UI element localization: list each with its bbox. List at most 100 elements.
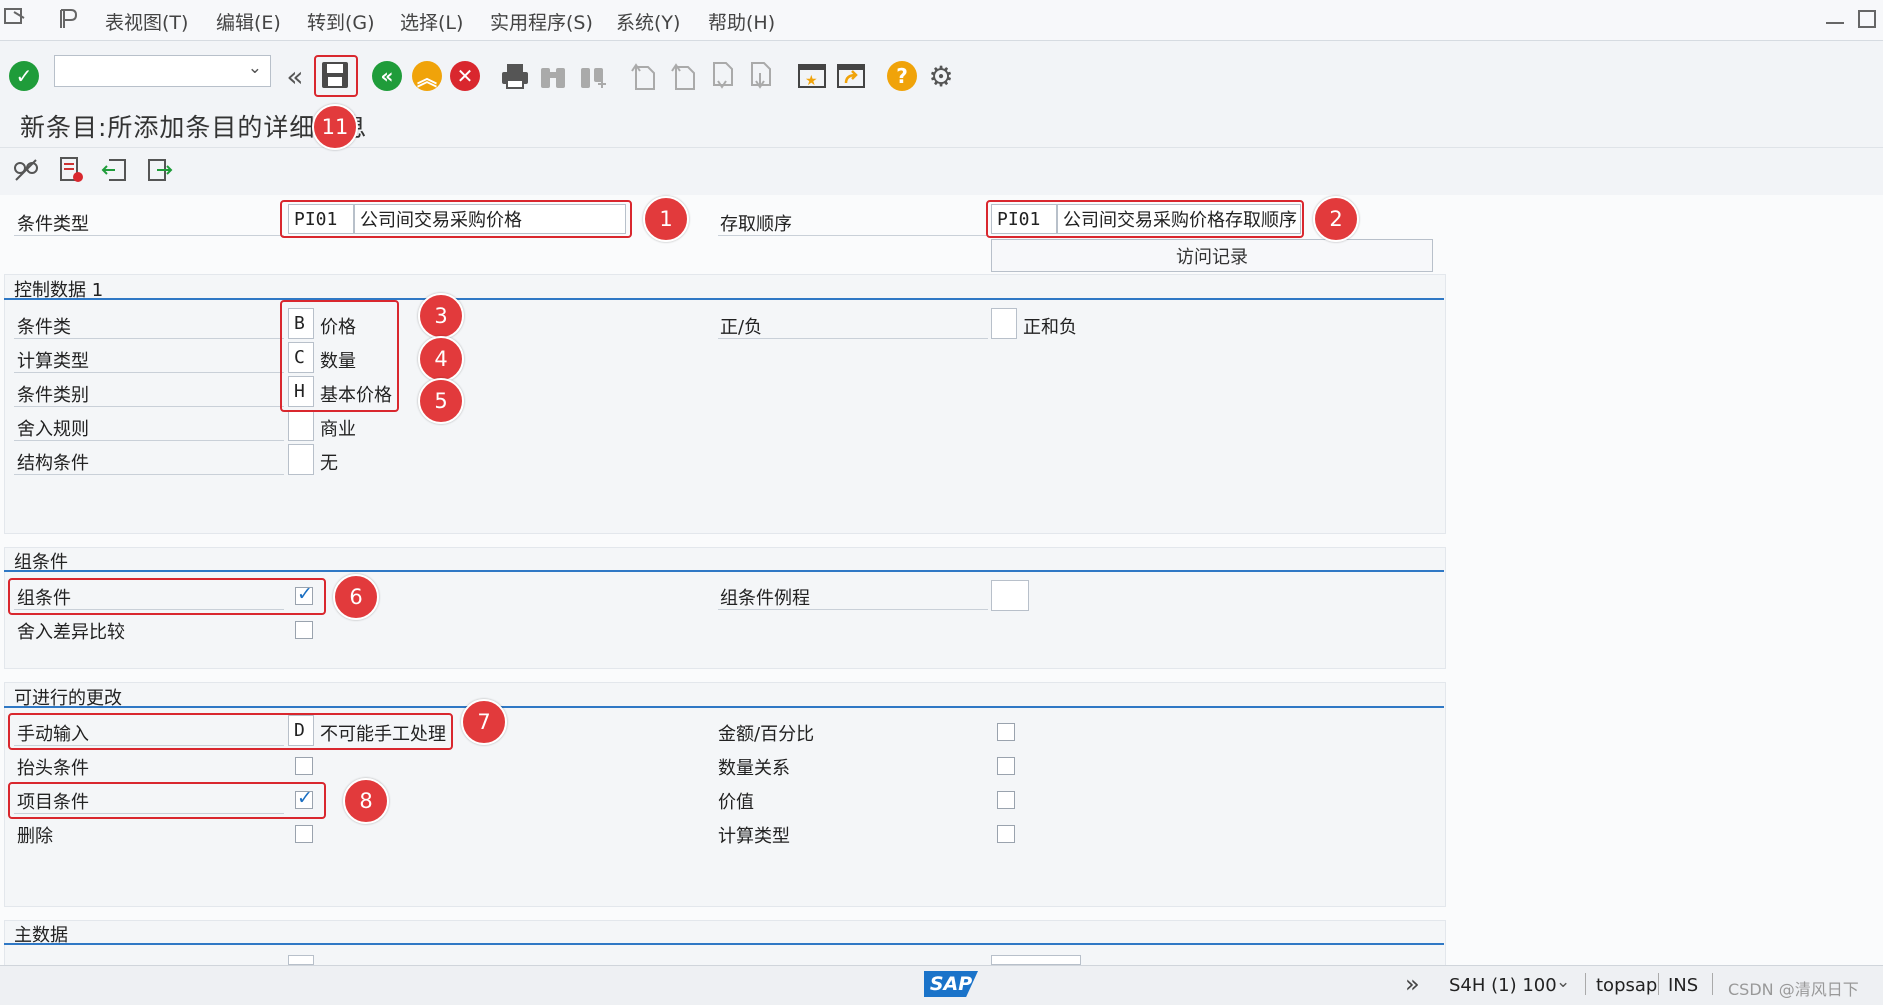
next-entry-icon[interactable] [145, 156, 173, 184]
master-data-field[interactable] [288, 955, 314, 965]
annotation-badge: 4 [418, 336, 464, 382]
insert-mode: INS [1668, 975, 1699, 996]
structure-cond-desc: 无 [320, 453, 338, 474]
annotation-badge: 8 [343, 778, 389, 824]
annotation-box [8, 713, 453, 750]
access-sequence-label: 存取顺序 [720, 214, 792, 235]
menu-edit[interactable]: 编辑(E) [216, 8, 281, 35]
annotation-badge: 5 [418, 378, 464, 424]
label-underline [14, 235, 284, 236]
label-underline [14, 406, 284, 407]
menu-selection[interactable]: 选择(L) [400, 8, 463, 35]
menu-table-view[interactable]: 表视图(T) [105, 8, 188, 35]
label-underline [14, 474, 284, 475]
layout-menu-icon[interactable] [58, 8, 78, 28]
enter-check-icon[interactable]: ✓ [9, 61, 39, 91]
quantity-relation-label: 数量关系 [718, 758, 790, 779]
plus-minus-field[interactable] [991, 308, 1017, 339]
cond-category-label: 条件类别 [17, 385, 89, 406]
window-restore-icon[interactable] [1858, 10, 1876, 28]
command-field[interactable]: ⌄ [54, 55, 271, 87]
menu-bar: 表视图(T) 编辑(E) 转到(G) 选择(L) 实用程序(S) 系统(Y) 帮… [0, 0, 1883, 41]
group-separator [4, 570, 1444, 572]
annotation-badge: 7 [461, 699, 507, 745]
find-next-icon[interactable] [578, 61, 608, 91]
delete-label: 删除 [17, 826, 53, 847]
menu-help[interactable]: 帮助(H) [708, 8, 775, 35]
chevron-down-icon[interactable]: ⌄ [1556, 972, 1570, 992]
annotation-box [8, 782, 326, 819]
amount-percent-label: 金额/百分比 [718, 724, 815, 745]
annotation-badge: 2 [1313, 196, 1359, 242]
access-records-button[interactable]: 访问记录 [991, 239, 1433, 272]
structure-cond-label: 结构条件 [17, 453, 89, 474]
annotation-box [280, 200, 632, 238]
label-underline [14, 372, 284, 373]
cancel-icon[interactable]: ✕ [450, 61, 480, 91]
print-icon[interactable] [500, 61, 530, 91]
delete-checkbox[interactable] [295, 825, 313, 843]
rounding-rule-field[interactable] [288, 410, 314, 441]
annotation-badge: 6 [333, 574, 379, 620]
exit-icon[interactable]: ︽ [412, 61, 442, 91]
label-underline [718, 609, 988, 610]
annotation-box [280, 300, 399, 412]
annotation-box [314, 55, 358, 97]
quantity-relation-checkbox[interactable] [997, 757, 1015, 775]
label-underline [718, 235, 988, 236]
annotation-badge: 11 [312, 104, 358, 150]
plus-minus-desc: 正和负 [1023, 317, 1077, 338]
previous-entry-icon[interactable] [101, 156, 129, 184]
display-change-icon[interactable] [12, 156, 40, 184]
label-underline [14, 440, 284, 441]
find-icon[interactable] [538, 61, 568, 91]
master-data-field-right[interactable] [991, 955, 1081, 965]
label-underline [14, 338, 284, 339]
rounding-rule-label: 舍入规则 [17, 419, 89, 440]
change-calc-type-label: 计算类型 [718, 826, 790, 847]
chevron-down-icon[interactable]: ⌄ [248, 58, 262, 78]
next-page-icon[interactable] [706, 61, 736, 91]
help-icon[interactable]: ? [887, 61, 917, 91]
settings-icon[interactable]: ⚙ [926, 60, 956, 93]
header-cond-checkbox[interactable] [295, 757, 313, 775]
application-toolbar [0, 147, 1883, 196]
prev-page-icon[interactable] [668, 61, 698, 91]
annotation-box [8, 578, 326, 615]
shortcut-icon[interactable] [836, 61, 866, 91]
rounding-diff-checkbox[interactable] [295, 621, 313, 639]
amount-percent-checkbox[interactable] [997, 723, 1015, 741]
last-page-icon[interactable] [744, 61, 774, 91]
watermark: CSDN @清风日下 [1728, 980, 1859, 999]
system-info: S4H (1) 100 [1449, 975, 1557, 996]
group-separator [4, 943, 1444, 945]
change-calc-type-checkbox[interactable] [997, 825, 1015, 843]
menu-utilities[interactable]: 实用程序(S) [490, 8, 593, 35]
group-routine-label: 组条件例程 [720, 588, 810, 609]
delete-entry-icon[interactable] [57, 156, 85, 184]
label-underline [718, 338, 988, 339]
svg-text:★: ★ [805, 73, 818, 89]
rounding-diff-label: 舍入差异比较 [17, 622, 125, 643]
value-checkbox[interactable] [997, 791, 1015, 809]
calc-type-label: 计算类型 [17, 351, 89, 372]
back-double-icon[interactable]: « [280, 60, 310, 93]
back-icon[interactable]: « [372, 61, 402, 91]
rounding-rule-desc: 商业 [320, 419, 356, 440]
create-session-icon[interactable]: ★ [797, 61, 827, 91]
expand-status-icon[interactable]: » [1405, 970, 1420, 998]
menu-system[interactable]: 系统(Y) [616, 8, 680, 35]
annotation-badge: 1 [643, 196, 689, 242]
status-divider [1658, 973, 1659, 995]
menu-icon[interactable] [4, 8, 26, 26]
annotation-box [986, 200, 1304, 238]
plus-minus-label: 正/负 [720, 317, 763, 338]
first-page-icon[interactable] [628, 61, 658, 91]
structure-cond-field[interactable] [288, 444, 314, 475]
minimize-icon[interactable] [1826, 22, 1844, 24]
server-name: topsap [1596, 975, 1658, 996]
header-cond-label: 抬头条件 [17, 758, 89, 779]
group-routine-field[interactable] [991, 580, 1029, 611]
status-divider [1585, 973, 1586, 995]
menu-goto[interactable]: 转到(G) [307, 8, 375, 35]
